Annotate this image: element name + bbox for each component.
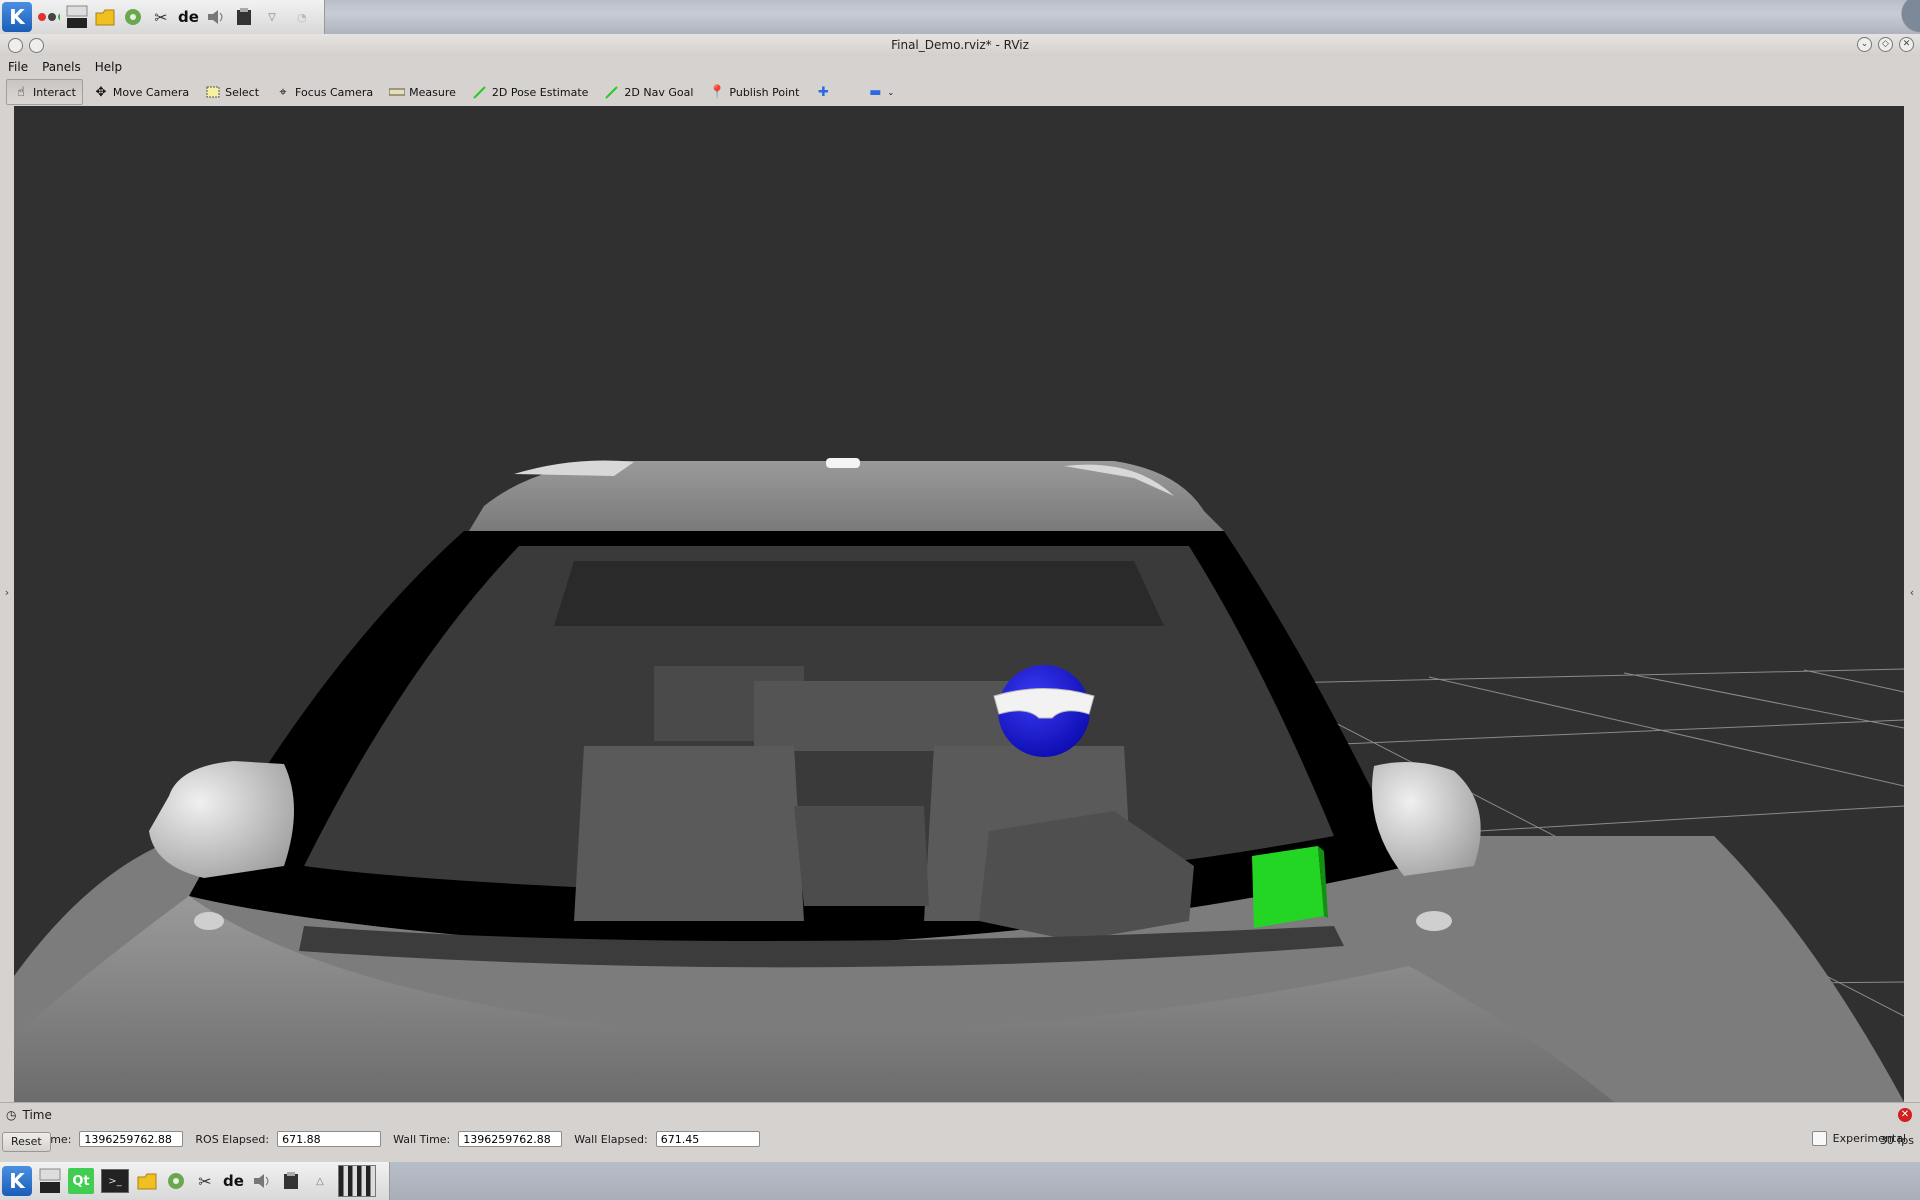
tools-icon[interactable]: ✂: [150, 6, 172, 28]
file-manager-icon[interactable]: [94, 6, 116, 28]
bottom-taskbar: K Qt >_ ✂ de △: [0, 1162, 390, 1200]
tools-toolbar: ☝ Interact ✥ Move Camera Select ⌖ Focus …: [0, 78, 1920, 106]
minimize-icon[interactable]: ⌄: [1857, 37, 1872, 52]
menu-file[interactable]: File: [8, 60, 28, 74]
window-menu-icon[interactable]: [8, 38, 23, 53]
measure-tool-button[interactable]: Measure: [383, 80, 462, 104]
terminal-icon[interactable]: >_: [101, 1169, 129, 1193]
measure-label: Measure: [409, 85, 456, 99]
desktop-corner-widget[interactable]: [1880, 0, 1920, 34]
pose-estimate-label: 2D Pose Estimate: [491, 85, 589, 99]
ruler-icon: [389, 88, 406, 96]
green-box-marker: [1252, 846, 1324, 928]
clipboard-icon[interactable]: [233, 6, 255, 28]
pin-icon[interactable]: [29, 38, 44, 53]
nav-goal-tool-button[interactable]: 2D Nav Goal: [598, 80, 699, 104]
expand-right-icon[interactable]: ‹: [1904, 586, 1920, 599]
bottom-desktop-panel: K Qt >_ ✂ de △: [0, 1162, 1920, 1200]
chevron-down-icon[interactable]: ▽: [261, 6, 283, 28]
file-manager-icon[interactable]: [136, 1170, 158, 1192]
clock-icon: ◷: [6, 1108, 17, 1122]
settings-icon[interactable]: [165, 1170, 187, 1192]
status-bar-content: Reset 30 fps: [0, 1128, 1920, 1162]
publish-point-tool-button[interactable]: 📍 Publish Point: [703, 80, 805, 104]
select-tool-button[interactable]: Select: [199, 80, 265, 104]
top-desktop-panel: K ✂ de ▽ ◔: [0, 0, 1920, 34]
crosshair-icon: ⌖: [279, 84, 287, 100]
focus-camera-tool-button[interactable]: ⌖ Focus Camera: [269, 80, 379, 104]
top-taskbar: K ✂ de ▽ ◔: [0, 0, 325, 34]
publish-point-label: Publish Point: [729, 85, 800, 99]
map-pin-icon: 📍: [709, 84, 726, 100]
menubar: File Panels Help: [0, 56, 1920, 78]
nav-goal-label: 2D Nav Goal: [624, 85, 694, 99]
minus-icon: ▬: [869, 84, 882, 100]
virtual-desktop-pager[interactable]: [337, 1165, 376, 1197]
dropdown-arrow-icon: ⌄: [887, 87, 895, 97]
move-camera-tool-button[interactable]: ✥ Move Camera: [87, 80, 195, 104]
interact-tool-button[interactable]: ☝ Interact: [6, 79, 83, 105]
expand-left-icon[interactable]: ›: [0, 586, 14, 599]
menu-help[interactable]: Help: [95, 60, 122, 74]
menu-panels[interactable]: Panels: [42, 60, 81, 74]
color-dots-icon[interactable]: [38, 6, 60, 28]
close-panel-icon[interactable]: ✕: [1898, 1108, 1912, 1122]
right-dock-collapsed[interactable]: ‹: [1904, 106, 1920, 1102]
nav-arrow-icon: [604, 85, 620, 99]
add-tool-button[interactable]: ✚: [809, 80, 837, 104]
volume-icon[interactable]: [205, 6, 227, 28]
move-camera-label: Move Camera: [112, 85, 190, 99]
move-arrows-icon: ✥: [95, 84, 107, 100]
tools-icon[interactable]: ✂: [194, 1170, 216, 1192]
focus-camera-label: Focus Camera: [295, 85, 374, 99]
clipboard-icon[interactable]: [280, 1170, 302, 1192]
show-desktop-icon[interactable]: [39, 1168, 61, 1193]
remove-tool-button[interactable]: ▬ ⌄: [861, 80, 900, 104]
volume-icon[interactable]: [251, 1170, 273, 1192]
keyboard-layout-label[interactable]: de: [178, 8, 199, 26]
settings-icon[interactable]: [122, 6, 144, 28]
time-panel-title: Time: [22, 1108, 52, 1122]
interact-label: Interact: [33, 85, 76, 99]
plus-icon: ✚: [817, 84, 829, 100]
fps-counter: 30 fps: [1879, 1134, 1914, 1147]
window-title: Final_Demo.rviz* - RViz: [891, 38, 1029, 52]
time-panel-header: ◷ Time: [6, 1108, 52, 1122]
hand-pointer-icon: ☝: [17, 84, 25, 100]
qt-creator-icon[interactable]: Qt: [68, 1168, 94, 1194]
window-titlebar[interactable]: Final_Demo.rviz* - RViz ⌄ ◇ ✕: [0, 34, 1920, 56]
reset-button[interactable]: Reset: [2, 1132, 51, 1152]
close-icon[interactable]: ✕: [1899, 37, 1914, 52]
chevron-up-icon[interactable]: △: [309, 1170, 331, 1192]
kde-menu-icon[interactable]: K: [2, 2, 32, 32]
keyboard-layout-label[interactable]: de: [223, 1172, 244, 1190]
left-mirror: [149, 761, 294, 878]
select-rect-icon: [205, 86, 221, 98]
scene-svg: [14, 458, 1904, 1102]
roof-antenna: [826, 458, 860, 468]
select-label: Select: [225, 85, 260, 99]
maximize-icon[interactable]: ◇: [1878, 37, 1893, 52]
clock-icon[interactable]: ◔: [289, 6, 315, 28]
left-dock-collapsed[interactable]: ›: [0, 106, 14, 1102]
show-desktop-icon[interactable]: [66, 5, 88, 28]
pose-estimate-tool-button[interactable]: 2D Pose Estimate: [466, 80, 595, 104]
green-arrow-icon: [472, 85, 488, 99]
kde-menu-icon[interactable]: K: [2, 1166, 32, 1196]
rviz-window: Final_Demo.rviz* - RViz ⌄ ◇ ✕ File Panel…: [0, 34, 1920, 1196]
render-3d-view[interactable]: [14, 106, 1904, 1102]
